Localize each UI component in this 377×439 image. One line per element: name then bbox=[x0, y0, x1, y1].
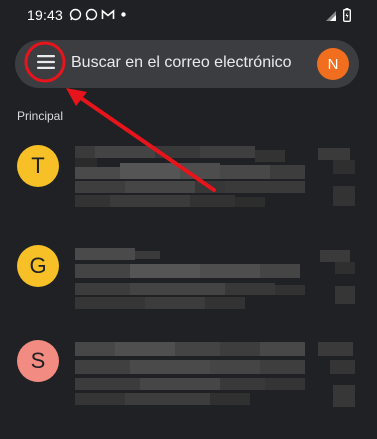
search-input[interactable]: Buscar en el correo electrónico bbox=[71, 54, 292, 72]
search-bar[interactable]: Buscar en el correo electrónico N bbox=[15, 40, 359, 88]
arrow-head bbox=[66, 88, 87, 106]
hamburger-menu-icon bbox=[36, 54, 56, 75]
gmail-icon bbox=[101, 8, 115, 21]
whatsapp-icon bbox=[69, 8, 82, 21]
sender-avatar: G bbox=[17, 245, 59, 287]
section-label: Principal bbox=[17, 109, 64, 123]
status-time: 19:43 bbox=[27, 7, 64, 23]
battery-icon bbox=[343, 8, 351, 27]
status-bar: 19:43 bbox=[0, 0, 377, 34]
account-avatar[interactable]: N bbox=[317, 48, 349, 80]
signal-icon bbox=[325, 9, 337, 27]
whatsapp-icon bbox=[85, 8, 98, 21]
menu-button[interactable] bbox=[28, 46, 64, 82]
sender-avatar: S bbox=[17, 340, 59, 382]
sender-avatar: T bbox=[17, 145, 59, 187]
dot-icon bbox=[117, 8, 130, 21]
